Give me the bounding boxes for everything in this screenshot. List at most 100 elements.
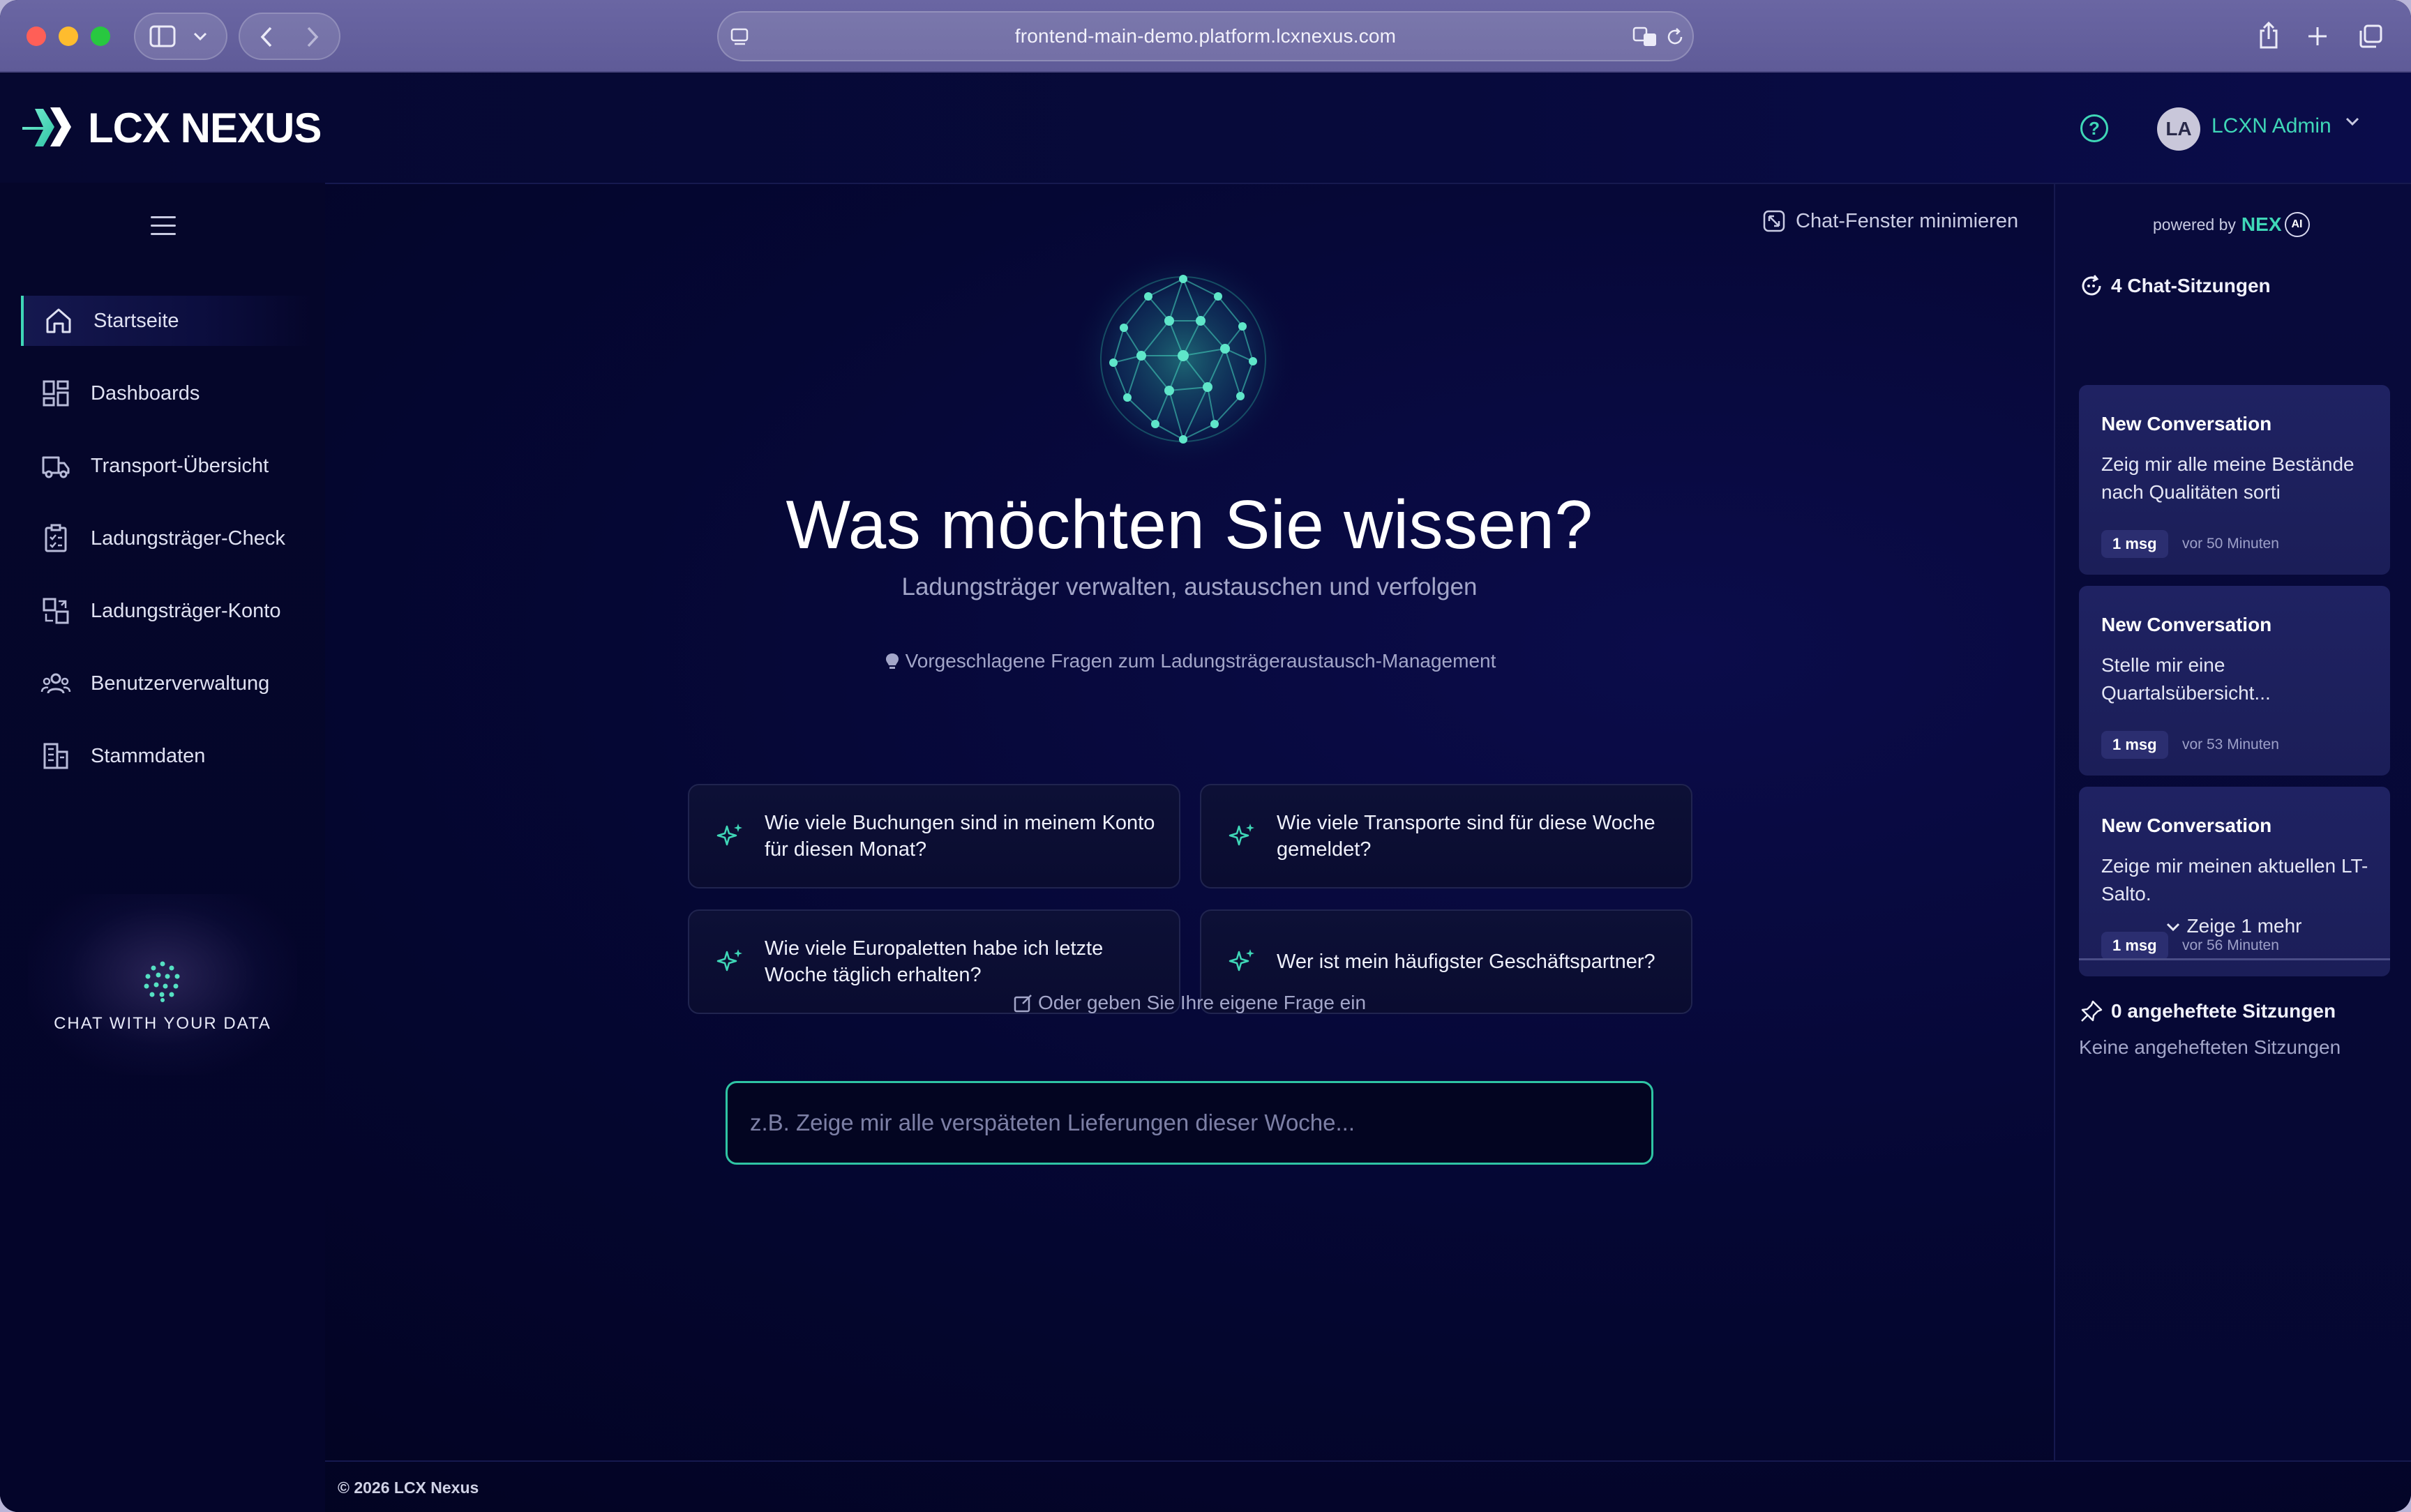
close-window-button[interactable]	[27, 27, 46, 46]
footer-divider	[325, 1460, 2411, 1462]
sidebar-item-dashboards[interactable]: Dashboards	[21, 368, 314, 418]
pinned-title: 0 angeheftete Sitzungen	[2111, 1000, 2336, 1022]
app-root: LCX NEXUS ? LA LCXN Admin Startseite Das…	[0, 73, 2411, 1512]
minimize-icon	[1763, 210, 1785, 232]
session-card[interactable]: New Conversation Stelle mir eine Quartal…	[2079, 586, 2390, 776]
pinned-empty-text: Keine angehefteten Sitzungen	[2079, 1036, 2341, 1058]
chat-sessions-panel: powered by NEX AI 4 Chat-Sitzungen New C…	[2054, 184, 2411, 1460]
tab-overview-icon[interactable]	[2358, 24, 2383, 49]
url-text: frontend-main-demo.platform.lcxnexus.com	[1014, 25, 1397, 47]
sidebar-item-ladungstraeger-check[interactable]: Ladungsträger-Check	[21, 513, 314, 564]
chat-input[interactable]	[726, 1081, 1653, 1165]
suggestion-text: Wie viele Transporte sind für diese Woch…	[1277, 812, 1655, 861]
panel-divider	[2079, 958, 2390, 960]
forward-icon[interactable]	[304, 25, 321, 49]
minimize-chat-button[interactable]: Chat-Fenster minimieren	[1762, 209, 2018, 233]
dashboard-icon	[43, 380, 69, 407]
session-card[interactable]: New Conversation Zeig mir alle meine Bes…	[2079, 385, 2390, 575]
app-header: LCX NEXUS ? LA LCXN Admin	[0, 73, 2411, 183]
sidebar-item-label: Ladungsträger-Konto	[91, 599, 281, 622]
powered-by-text: powered by	[2153, 215, 2236, 234]
building-icon	[43, 743, 68, 769]
data-sphere-icon	[144, 961, 180, 1002]
sessions-header: 4 Chat-Sitzungen	[2079, 273, 2271, 298]
sidebar-item-stammdaten[interactable]: Stammdaten	[21, 731, 314, 781]
show-more-label: Zeige 1 mehr	[2186, 915, 2302, 937]
history-nav	[239, 13, 340, 60]
session-preview: Stelle mir eine Quartalsübersicht...	[2101, 654, 2271, 704]
sidebar: Startseite Dashboards Transport-Übersich…	[0, 183, 325, 1512]
own-question-label: Oder geben Sie Ihre eigene Frage ein	[325, 992, 2054, 1014]
ai-globe-icon	[1068, 244, 1298, 474]
sidebar-item-benutzerverwaltung[interactable]: Benutzerverwaltung	[21, 658, 314, 709]
users-icon	[40, 673, 71, 694]
help-icon[interactable]: ?	[2080, 114, 2108, 142]
home-icon	[46, 308, 71, 333]
suggestions-title-text: Vorgeschlagene Fragen zum Ladungsträgera…	[905, 650, 1496, 672]
menu-icon[interactable]	[151, 216, 176, 237]
suggestions-title: Vorgeschlagene Fragen zum Ladungsträgera…	[325, 650, 2054, 672]
address-bar[interactable]: frontend-main-demo.platform.lcxnexus.com	[717, 11, 1694, 61]
reload-icon[interactable]	[1665, 27, 1685, 47]
sidebar-item-label: Transport-Übersicht	[91, 454, 269, 477]
logo[interactable]: LCX NEXUS	[20, 103, 322, 152]
sidebar-item-transport[interactable]: Transport-Übersicht	[21, 441, 314, 491]
sidebar-item-label: Benutzerverwaltung	[91, 672, 270, 695]
pinned-header: 0 angeheftete Sitzungen	[2079, 999, 2336, 1024]
session-card[interactable]: New Conversation Zeige mir meinen aktuel…	[2079, 787, 2390, 976]
user-menu-name[interactable]: LCXN Admin	[2211, 114, 2331, 138]
avatar[interactable]: LA	[2157, 107, 2200, 151]
suggestion-text: Wer ist mein häufigster Geschäftspartner…	[1277, 951, 1655, 973]
minimize-window-button[interactable]	[59, 27, 78, 46]
sidebar-item-label: Dashboards	[91, 381, 200, 405]
chevron-down-icon	[2166, 923, 2179, 932]
session-msg-count: 1 msg	[2101, 530, 2168, 558]
session-preview: Zeige mir meinen aktuellen LT-Salto.	[2101, 855, 2368, 905]
sidebar-item-startseite[interactable]: Startseite	[21, 296, 314, 346]
session-time: vor 53 Minuten	[2182, 736, 2279, 753]
sparkle-icon	[1229, 949, 1254, 972]
new-tab-icon[interactable]	[2306, 25, 2329, 47]
footer-copyright: © 2026 LCX Nexus	[338, 1479, 479, 1497]
suggestion-card[interactable]: Wie viele Buchungen sind in meinem Konto…	[688, 784, 1180, 889]
share-icon[interactable]	[2258, 21, 2280, 50]
sidebar-item-label: Stammdaten	[91, 744, 206, 767]
brand-ai-badge: AI	[2284, 212, 2310, 237]
minimize-label: Chat-Fenster minimieren	[1796, 209, 2019, 232]
logo-mark-icon	[22, 107, 71, 146]
session-title: New Conversation	[2101, 614, 2272, 635]
edit-icon	[1014, 995, 1032, 1013]
truck-icon	[42, 456, 70, 478]
page-title: Was möchten Sie wissen?	[786, 486, 1593, 563]
session-title: New Conversation	[2101, 413, 2272, 434]
logo-text: LCX NEXUS	[88, 104, 322, 151]
history-icon	[2082, 275, 2101, 296]
chevron-down-icon	[193, 32, 207, 41]
lightbulb-icon	[885, 653, 899, 669]
suggestion-text: Wie viele Buchungen sind in meinem Konto…	[765, 812, 1155, 861]
suggestion-card[interactable]: Wie viele Transporte sind für diese Woch…	[1200, 784, 1692, 889]
browser-toolbar: frontend-main-demo.platform.lcxnexus.com	[0, 0, 2411, 73]
chat-with-data-label: CHAT WITH YOUR DATA	[54, 1014, 271, 1033]
session-time: vor 56 Minuten	[2182, 937, 2279, 953]
sidebar-item-label: Ladungsträger-Check	[91, 527, 285, 550]
session-time: vor 50 Minuten	[2182, 536, 2279, 552]
sidebar-toggle-button[interactable]	[134, 13, 227, 60]
sidebar-item-ladungstraeger-konto[interactable]: Ladungsträger-Konto	[21, 586, 314, 636]
browser-window: frontend-main-demo.platform.lcxnexus.com…	[0, 0, 2411, 1512]
chat-with-data-button[interactable]: CHAT WITH YOUR DATA	[28, 894, 297, 1075]
sessions-title: 4 Chat-Sitzungen	[2111, 275, 2271, 296]
zoom-window-button[interactable]	[91, 27, 110, 46]
own-question-text: Oder geben Sie Ihre eigene Frage ein	[1037, 992, 1367, 1013]
exchange-icon	[43, 598, 69, 624]
translate-icon[interactable]	[1632, 25, 1659, 49]
chevron-down-icon[interactable]	[2344, 113, 2361, 130]
show-more-button[interactable]: Zeige 1 mehr	[2055, 915, 2411, 937]
back-icon[interactable]	[258, 25, 275, 49]
suggestion-text: Wie viele Europaletten habe ich letzte W…	[765, 937, 1104, 986]
sparkle-icon	[716, 824, 742, 846]
sidebar-item-label: Startseite	[93, 309, 179, 332]
session-msg-count: 1 msg	[2101, 731, 2168, 759]
session-title: New Conversation	[2101, 815, 2272, 836]
sparkle-icon	[1229, 824, 1254, 846]
